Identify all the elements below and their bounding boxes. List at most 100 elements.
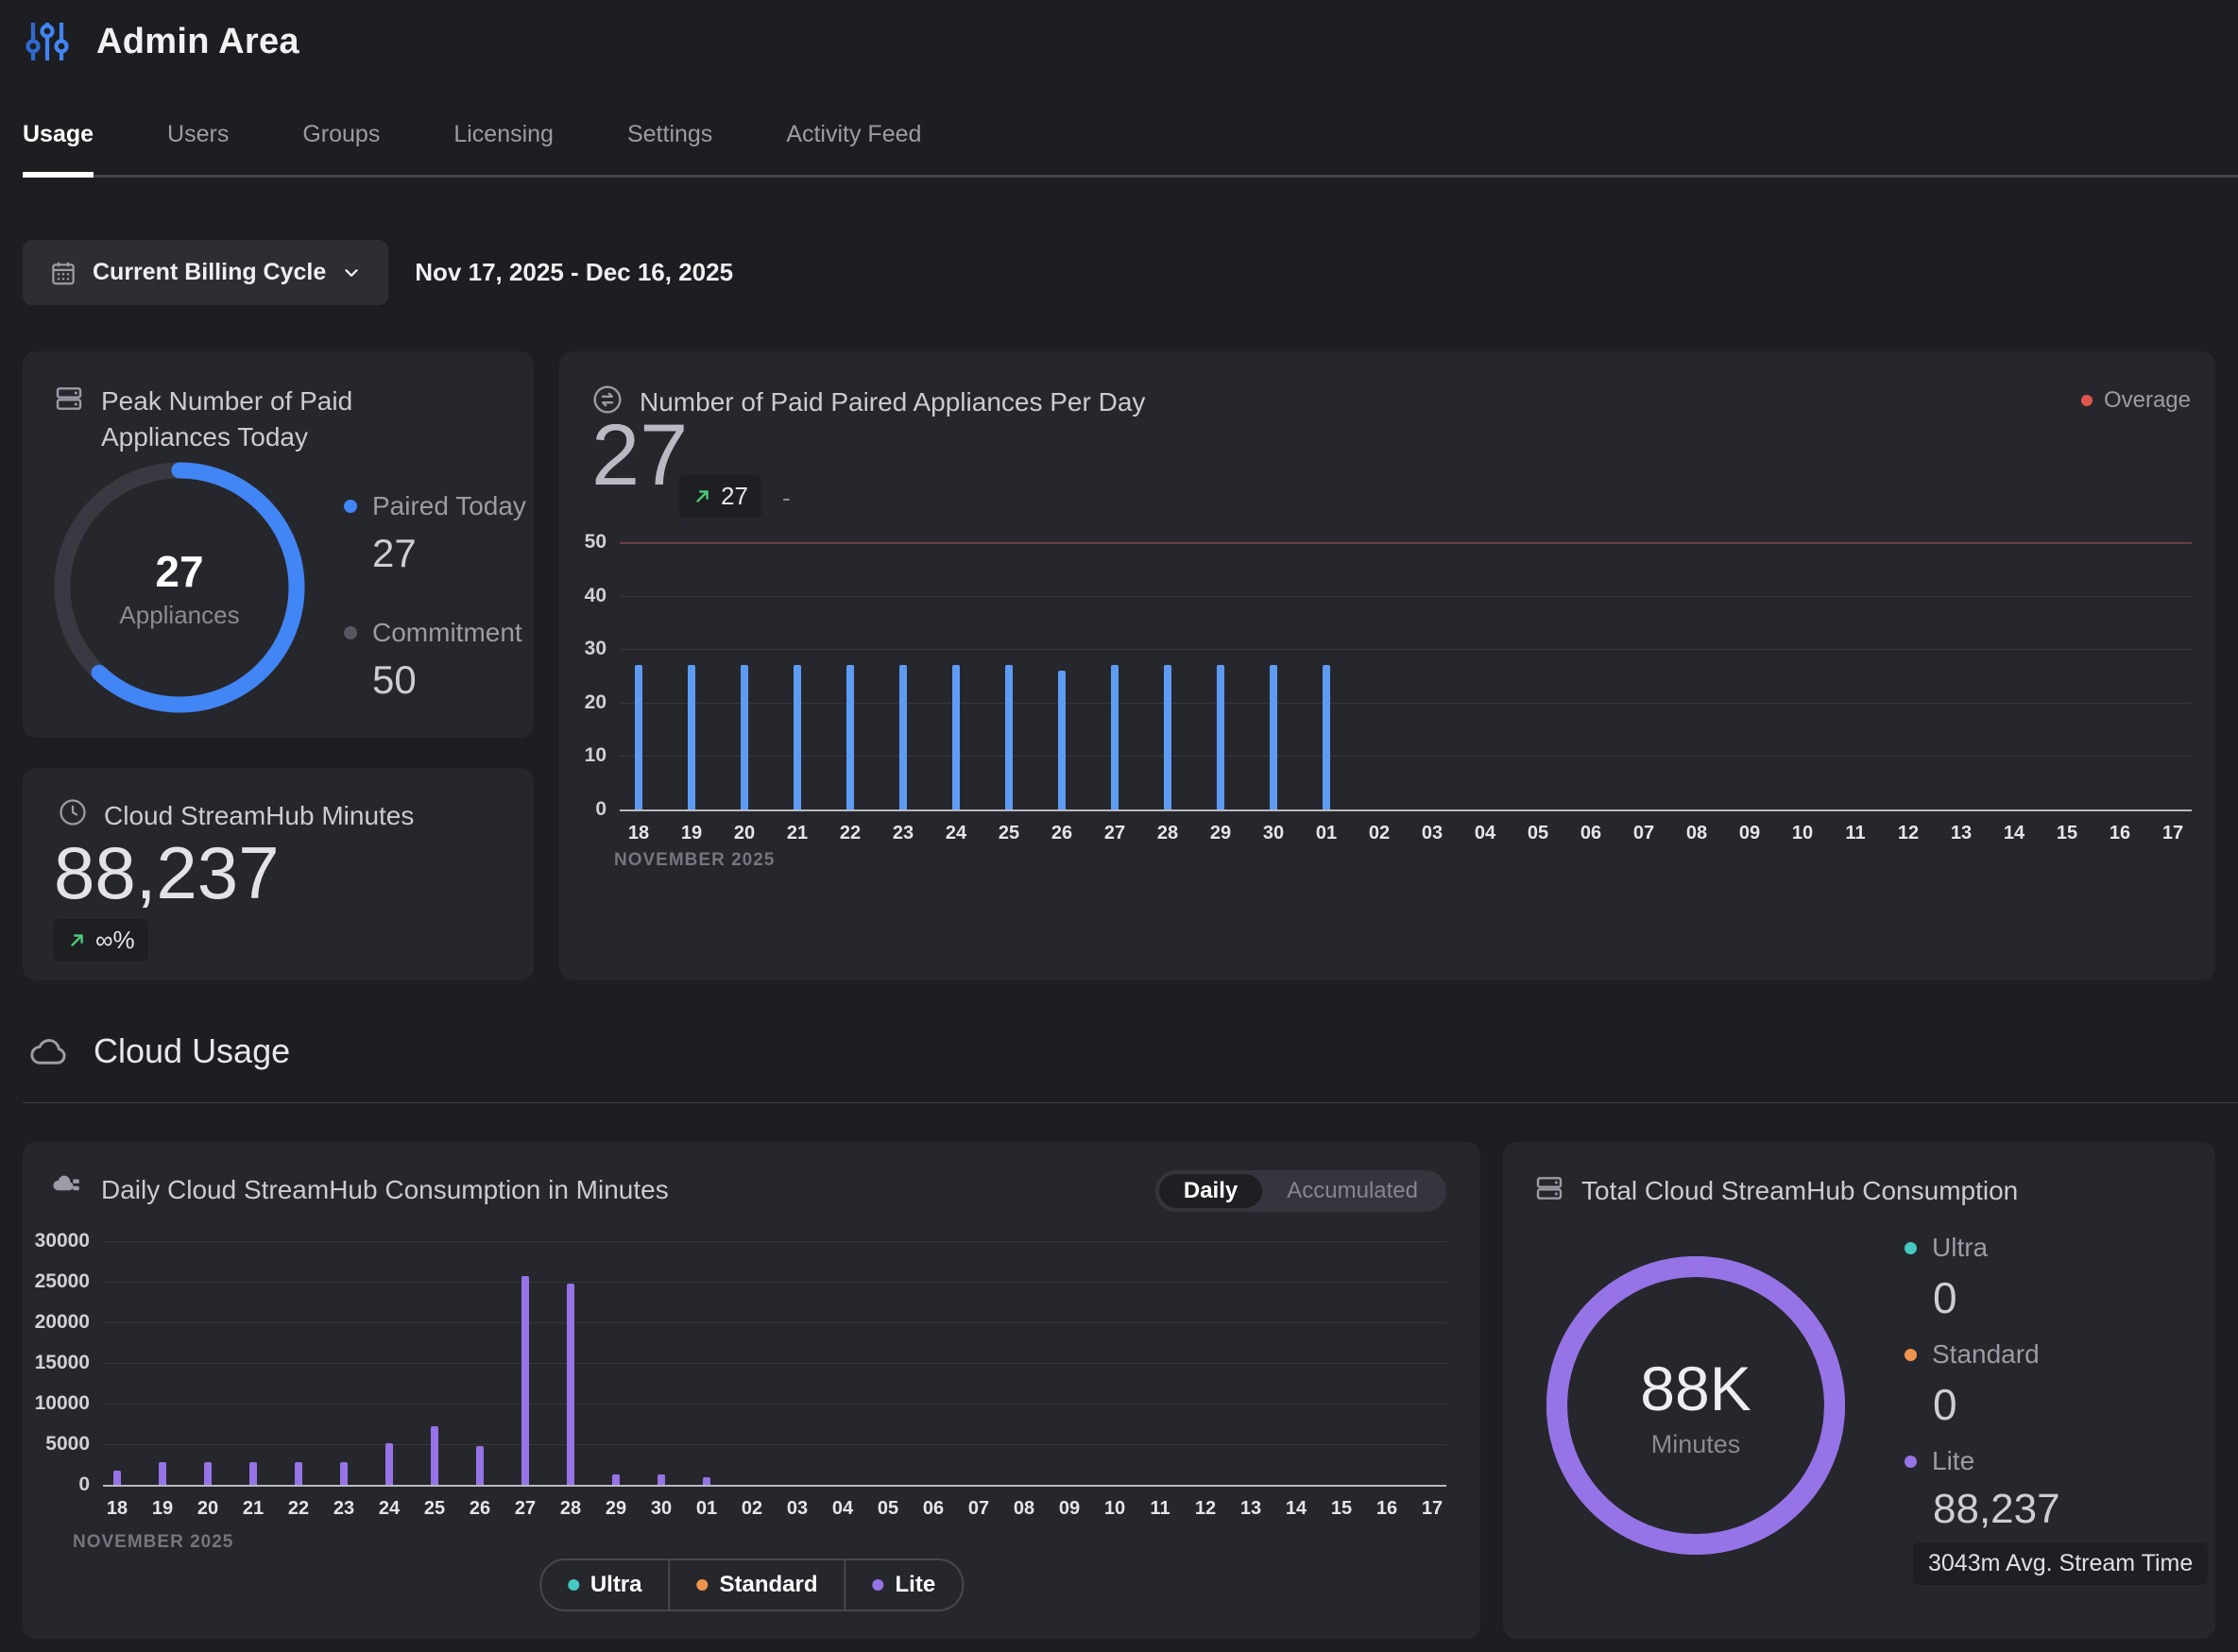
x-axis-tick-label: 14 [1993, 823, 2035, 844]
legend-label: Commitment [372, 618, 522, 648]
legend-dot [873, 1579, 884, 1591]
x-axis-tick-label: 05 [867, 1498, 909, 1520]
tab-licensing[interactable]: Licensing [453, 121, 554, 148]
x-axis-tick-label: 14 [1275, 1498, 1317, 1520]
legend-item-standard: Standard 0 [1905, 1339, 2040, 1430]
x-axis-tick-label: 05 [1517, 823, 1559, 844]
x-axis-caption: NOVEMBER 2025 [614, 850, 775, 871]
gridline [103, 1363, 1446, 1364]
x-axis-tick-label: 12 [1185, 1498, 1226, 1520]
legend-value: 0 [1933, 1272, 1988, 1323]
y-axis-tick-label: 30000 [33, 1229, 90, 1253]
avg-stream-time-badge: 3043m Avg. Stream Time [1913, 1542, 2208, 1585]
tab-usage[interactable]: Usage [23, 121, 94, 148]
tab-settings[interactable]: Settings [627, 121, 712, 148]
gridline [620, 809, 2192, 811]
x-axis-tick-label: 19 [671, 823, 712, 844]
x-axis-tick-label: 04 [1464, 823, 1506, 844]
x-axis-tick-label: 13 [1230, 1498, 1272, 1520]
legend-label: Ultra [1932, 1233, 1988, 1263]
gridline [103, 1322, 1446, 1323]
legend-ultra[interactable]: Ultra [541, 1560, 669, 1609]
tab-activity-feed[interactable]: Activity Feed [786, 121, 921, 148]
legend-label: Ultra [590, 1572, 642, 1598]
sliders-logo-icon [25, 19, 70, 64]
billing-date-range: Nov 17, 2025 - Dec 16, 2025 [415, 258, 733, 287]
daily-consumption-card: Daily Cloud StreamHub Consumption in Min… [23, 1142, 1480, 1639]
legend-item-ultra: Ultra 0 [1905, 1233, 1988, 1323]
x-axis-tick-label: 03 [1411, 823, 1453, 844]
x-axis-tick-label: 07 [958, 1498, 999, 1520]
toggle-daily[interactable]: Daily [1159, 1174, 1262, 1208]
y-axis-tick-label: 15000 [33, 1351, 90, 1375]
y-axis-tick-label: 25000 [33, 1269, 90, 1294]
bar [113, 1471, 121, 1485]
billing-cycle-dropdown[interactable]: Current Billing Cycle [23, 240, 388, 305]
card-title: Peak Number of Paid Appliances Today [101, 383, 479, 455]
x-axis-tick-label: 25 [414, 1498, 455, 1520]
x-axis-tick-label: 09 [1729, 823, 1770, 844]
legend-dot [568, 1579, 579, 1591]
gridline [620, 596, 2192, 597]
bar [846, 665, 854, 809]
gridline [103, 1241, 1446, 1242]
legend-value: 0 [1933, 1379, 2040, 1430]
bar [521, 1276, 529, 1485]
big-value: 27 [591, 406, 688, 505]
toggle-accumulated[interactable]: Accumulated [1262, 1178, 1443, 1204]
legend-standard[interactable]: Standard [669, 1560, 845, 1609]
bar [431, 1426, 438, 1485]
donut-value: 88K [1640, 1353, 1751, 1424]
delta-badge: 27 [679, 475, 761, 518]
bar [635, 665, 642, 809]
x-axis-tick-label: 11 [1139, 1498, 1181, 1520]
overage-label: Overage [2104, 387, 2191, 414]
overage-line [620, 542, 2192, 544]
gridline [620, 703, 2192, 704]
y-axis-tick-label: 20000 [33, 1310, 90, 1335]
x-axis-tick-label: 21 [777, 823, 818, 844]
y-axis-tick-label: 5000 [33, 1432, 90, 1456]
peak-appliances-card: Peak Number of Paid Appliances Today 27 … [23, 351, 534, 738]
legend-label: Paired Today [372, 491, 526, 521]
legend-label: Standard [720, 1572, 818, 1598]
x-axis-tick-label: 28 [1147, 823, 1188, 844]
x-axis-tick-label: 17 [2152, 823, 2194, 844]
legend-item-paired-today: Paired Today 27 [344, 491, 526, 576]
bar [295, 1462, 302, 1485]
legend-value: 27 [372, 531, 526, 576]
gridline [103, 1282, 1446, 1283]
bar [340, 1462, 348, 1485]
bar [1217, 665, 1224, 809]
bar [567, 1284, 574, 1485]
tab-groups[interactable]: Groups [302, 121, 380, 148]
gridline [620, 756, 2192, 757]
y-axis-tick-label: 20 [550, 690, 606, 715]
x-axis-tick-label: 23 [323, 1498, 365, 1520]
x-axis-tick-label: 02 [1358, 823, 1400, 844]
gridline [103, 1404, 1446, 1405]
trend-up-icon [692, 486, 713, 507]
page-title: Admin Area [96, 22, 299, 62]
x-axis-tick-label: 19 [142, 1498, 183, 1520]
admin-area-page: Admin Area Usage Users Groups Licensing … [0, 0, 2238, 1652]
bar [703, 1477, 710, 1485]
bar [1270, 665, 1277, 809]
billing-cycle-label: Current Billing Cycle [93, 259, 326, 286]
trend-up-icon [67, 930, 88, 951]
total-consumption-donut-chart: 88K Minutes [1540, 1250, 1852, 1561]
y-axis-tick-label: 50 [550, 530, 606, 554]
legend-value: 50 [372, 657, 522, 703]
card-title: Cloud StreamHub Minutes [104, 798, 414, 834]
tab-users[interactable]: Users [167, 121, 229, 148]
x-axis-tick-label: 27 [1094, 823, 1136, 844]
y-axis-tick-label: 0 [550, 797, 606, 822]
bar [204, 1462, 212, 1485]
appliance-icon [54, 383, 84, 414]
clock-icon [59, 798, 87, 826]
legend-lite[interactable]: Lite [845, 1560, 963, 1609]
delta-suffix: - [782, 484, 791, 513]
delta-badge: ∞% [54, 919, 148, 962]
gridline [103, 1485, 1446, 1487]
bar [476, 1446, 484, 1485]
